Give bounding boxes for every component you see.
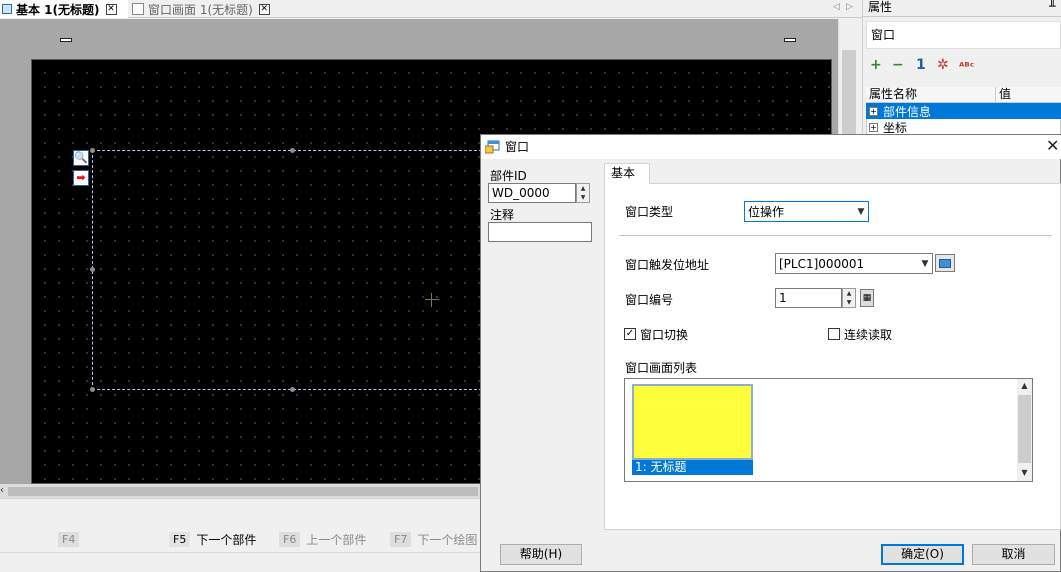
screen-list-label: 窗口画面列表 (625, 361, 698, 375)
fkey-label: 上一个部件 (306, 532, 367, 547)
address-browse-button[interactable] (935, 254, 955, 272)
screen-icon (2, 4, 12, 14)
window-part-selection[interactable] (92, 150, 492, 390)
divider (862, 16, 1061, 17)
spin-down-icon[interactable]: ▼ (843, 298, 855, 307)
fkey-f4[interactable]: F4 (58, 531, 85, 547)
fkey-key: F5 (169, 531, 191, 547)
cancel-button[interactable]: 取消 (972, 544, 1055, 565)
divider (0, 552, 480, 553)
fkey-label: 下一个绘图 (417, 532, 478, 547)
property-row-coordinates[interactable]: + 坐标 (866, 119, 1061, 135)
center-crosshair (431, 293, 432, 307)
property-row-label: 部件信息 (883, 104, 932, 119)
property-panel-title: 属性 (868, 0, 893, 14)
window-type-label: 窗口类型 (625, 205, 674, 219)
close-icon[interactable]: ✕ (105, 3, 117, 15)
center-crosshair (425, 299, 439, 300)
tab-label: 基本 1(无标题) (16, 2, 100, 17)
window-switch-label: 窗口切换 (640, 328, 689, 342)
column-header-value: 值 (999, 87, 1012, 101)
comment-field[interactable] (488, 222, 592, 242)
fkey-f6-prev-part[interactable]: F6 上一个部件 (279, 531, 366, 547)
magnifier-icon[interactable]: 🔍 (73, 150, 89, 166)
fkey-key: F6 (279, 531, 301, 547)
dialog-titlebar[interactable] (481, 135, 1061, 159)
comment-label: 注释 (490, 208, 515, 222)
remove-all-icon[interactable]: − (892, 57, 904, 73)
dialog-title: 窗口 (505, 140, 530, 154)
expand-icon[interactable]: + (869, 122, 878, 132)
chevron-down-icon[interactable]: ▼ (854, 207, 868, 217)
add-all-icon[interactable]: + (870, 57, 882, 73)
property-row-part-info[interactable]: + 部件信息 (866, 103, 1061, 119)
fkey-f7-next-drawing[interactable]: F7 下一个绘图 (390, 531, 480, 547)
screen-list-scroll-thumb[interactable] (1018, 395, 1031, 463)
keypad-icon: ▦ (862, 293, 872, 303)
tab-basic[interactable]: 基本 (604, 163, 650, 184)
window-screen-icon (132, 3, 144, 15)
fkey-label: 下一个部件 (196, 532, 257, 547)
screen-thumbnail[interactable] (632, 384, 753, 460)
part-id-label: 部件ID (490, 169, 527, 183)
trigger-address-label: 窗口触发位地址 (625, 258, 710, 272)
canvas-horizontal-scroll-thumb[interactable] (8, 487, 478, 496)
ok-button[interactable]: 确定(O) (881, 544, 964, 565)
canvas-edge-marker-right (784, 38, 796, 42)
continuous-read-label: 连续读取 (844, 328, 893, 342)
scroll-up-icon[interactable]: ▲ (1017, 381, 1032, 390)
window-part-icon (485, 140, 500, 154)
tab-prev-icon[interactable]: ◁ (833, 2, 840, 12)
abc-icon[interactable]: ᴬᴮᶜ (959, 60, 974, 73)
window-number-label: 窗口编号 (625, 293, 674, 307)
keypad-button[interactable]: ▦ (860, 289, 874, 307)
fkey-key: F4 (58, 531, 80, 547)
tab-next-icon[interactable]: ▷ (846, 2, 853, 12)
resize-handle[interactable] (290, 387, 295, 392)
tab-label: 窗口画面 1(无标题) (148, 2, 253, 17)
fkey-f5-next-part[interactable]: F5 下一个部件 (169, 531, 256, 547)
resize-handle[interactable] (90, 148, 95, 153)
scroll-down-icon[interactable]: ▼ (1017, 468, 1032, 477)
property-grid-header: 属性名称 值 (866, 87, 1061, 103)
part-id-stepper[interactable]: ▲ ▼ (576, 183, 590, 203)
resize-handle[interactable] (290, 148, 295, 153)
tab-base-screen[interactable]: 基本 1(无标题) ✕ (0, 0, 128, 18)
resize-handle[interactable] (90, 267, 95, 272)
screen-thumbnail-label[interactable]: 1: 无标题 (632, 460, 753, 475)
address-browse-icon (939, 259, 951, 268)
window-type-value: 位操作 (748, 205, 785, 219)
column-header-name: 属性名称 (866, 87, 996, 102)
tab-window-screen[interactable]: 窗口画面 1(无标题) ✕ (128, 0, 286, 18)
close-icon[interactable]: ✕ (258, 3, 270, 15)
window-type-select[interactable]: 位操作 ▼ (744, 201, 869, 222)
expand-icon[interactable]: + (869, 106, 878, 116)
part-id-field[interactable]: WD_0000 (488, 183, 576, 203)
arrow-right-icon[interactable]: ➡ (73, 170, 89, 186)
chevron-down-icon[interactable]: ▼ (918, 259, 932, 269)
window-number-field[interactable]: 1 (775, 288, 842, 308)
pin-icon[interactable]: ╨ (1049, 0, 1056, 13)
window-number-stepper[interactable]: ▲ ▼ (842, 288, 856, 308)
divider (619, 235, 1052, 236)
canvas-edge-marker-left (60, 38, 72, 42)
trigger-address-combo[interactable]: [PLC1]000001 ▼ (775, 253, 933, 274)
property-row-label: 坐标 (883, 120, 908, 135)
spin-down-icon[interactable]: ▼ (577, 193, 589, 202)
select-all-icon[interactable]: ✲ (937, 57, 949, 73)
close-icon[interactable]: ✕ (1046, 137, 1059, 155)
spin-up-icon[interactable]: ▲ (843, 289, 855, 298)
window-switch-checkbox[interactable]: ✓ (624, 328, 636, 340)
selected-object-field[interactable]: 窗口 (866, 21, 1061, 49)
help-button[interactable]: 帮助(H) (500, 544, 582, 565)
continuous-read-checkbox[interactable] (828, 328, 840, 340)
fkey-key: F7 (390, 531, 412, 547)
resize-handle[interactable] (90, 387, 95, 392)
scroll-left-icon[interactable]: ‹ (0, 484, 8, 498)
trigger-address-value: [PLC1]000001 (779, 256, 865, 271)
one-icon[interactable]: 1 (916, 57, 926, 73)
spin-up-icon[interactable]: ▲ (577, 184, 589, 193)
